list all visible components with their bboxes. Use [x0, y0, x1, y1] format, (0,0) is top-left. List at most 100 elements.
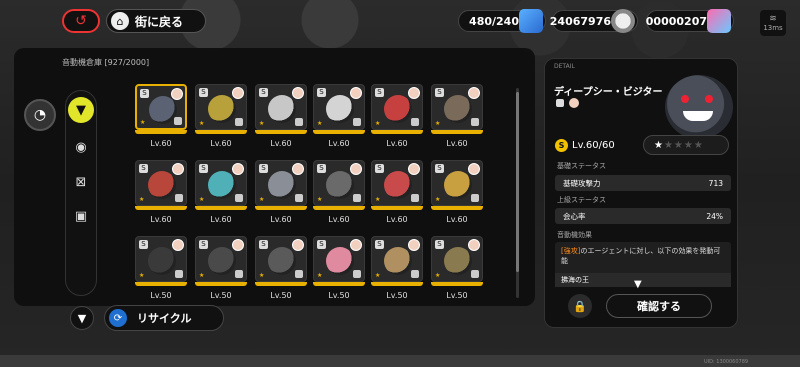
lock-icon	[295, 194, 303, 202]
rank-icon: S	[375, 164, 384, 173]
lock-icon	[235, 194, 243, 202]
bangboo-card[interactable]: S ★ Lv.60	[431, 84, 483, 148]
card-level: Lv.60	[328, 139, 350, 148]
filter-disc-button[interactable]: ◉	[68, 134, 94, 160]
bangboo-card[interactable]: S ★ Lv.50	[255, 236, 307, 300]
filter-bangboo-button[interactable]: ▼	[68, 97, 94, 123]
bangboo-avatar-button[interactable]: ◔	[24, 99, 56, 131]
card-level: Lv.60	[150, 215, 172, 224]
rank-icon: S	[375, 240, 384, 249]
star-icon: ★	[199, 196, 205, 203]
level-display: S Lv.60/60	[555, 137, 637, 153]
card-image: S ★	[313, 84, 365, 130]
advanced-stat-value: 24%	[706, 211, 723, 221]
rarity-bar	[255, 206, 307, 210]
rarity-bar	[135, 282, 187, 286]
filter-tape-button[interactable]: ▣	[68, 203, 94, 229]
bangboo-card[interactable]: S ★ Lv.60	[371, 160, 423, 224]
refine-stars[interactable]: ★ ★★★★	[643, 135, 729, 155]
recycle-button[interactable]: ⟳ リサイクル	[104, 305, 224, 331]
card-level: Lv.50	[386, 291, 408, 300]
detail-tag: DETAIL	[554, 63, 575, 70]
bangboo-card[interactable]: S ★ Lv.60	[313, 84, 365, 148]
card-level: Lv.50	[446, 291, 468, 300]
rank-icon: S	[375, 88, 384, 97]
card-image: S ★	[195, 84, 247, 130]
bangboo-card[interactable]: S ★ Lv.50	[195, 236, 247, 300]
card-level: Lv.50	[270, 291, 292, 300]
star-icon: ★	[317, 272, 323, 279]
bangboo-figure	[208, 95, 236, 123]
category-rail: ▼ ◉ ⊠ ▣	[65, 90, 97, 296]
home-icon: ⌂	[111, 12, 129, 30]
portrait-eye-right	[705, 95, 713, 103]
confirm-button[interactable]: 確認する	[606, 294, 712, 318]
card-level: Lv.60	[328, 215, 350, 224]
owner-avatar	[408, 239, 420, 251]
stamina-counter[interactable]: 480/240	[458, 9, 546, 33]
rank-icon: S	[435, 240, 444, 249]
star-icon: ★	[435, 272, 441, 279]
lock-icon	[471, 118, 479, 126]
owner-avatar	[171, 88, 183, 100]
owner-avatar	[232, 239, 244, 251]
bangboo-card[interactable]: S ★ Lv.60	[135, 84, 187, 148]
card-level: Lv.50	[210, 291, 232, 300]
star-icon: ★	[199, 120, 205, 127]
base-stats-heading: 基礎ステータス	[557, 162, 606, 170]
bangboo-card[interactable]: S ★ Lv.50	[431, 236, 483, 300]
bangboo-head-icon: ◔	[33, 107, 47, 123]
lock-icon	[295, 118, 303, 126]
star-filled-icon: ★	[654, 139, 664, 151]
scroll-thumb[interactable]	[516, 92, 519, 272]
rarity-bar	[255, 282, 307, 286]
expand-chevron-icon[interactable]: ▼	[634, 279, 642, 290]
bangboo-card[interactable]: S ★ Lv.50	[313, 236, 365, 300]
bangboo-card[interactable]: S ★ Lv.60	[371, 84, 423, 148]
dennies-counter[interactable]: 24067976	[550, 9, 638, 33]
bangboo-figure	[148, 247, 176, 275]
user-id: UID: 1300060789	[704, 359, 749, 365]
return-to-town-label: 街に戻る	[135, 14, 184, 29]
bangboo-card[interactable]: S ★ Lv.50	[135, 236, 187, 300]
sort-filter-button[interactable]: ▼	[70, 306, 94, 330]
polychrome-counter[interactable]: 00000207	[646, 9, 734, 33]
bangboo-figure	[326, 95, 354, 123]
card-level: Lv.60	[386, 139, 408, 148]
return-to-town-button[interactable]: ⌂ 街に戻る	[106, 9, 206, 33]
bangboo-card[interactable]: S ★ Lv.60	[135, 160, 187, 224]
grid-scrollbar[interactable]	[516, 88, 519, 298]
confirm-label: 確認する	[637, 300, 681, 313]
card-image: S ★	[431, 236, 483, 282]
bangboo-figure	[268, 171, 296, 199]
bangboo-card[interactable]: S ★ Lv.60	[195, 84, 247, 148]
lock-icon	[235, 118, 243, 126]
card-image: S ★	[431, 84, 483, 130]
card-level: Lv.60	[210, 139, 232, 148]
card-image: S ★	[313, 160, 365, 206]
bangboo-card[interactable]: S ★ Lv.60	[313, 160, 365, 224]
star-icon: ★	[317, 120, 323, 127]
card-level: Lv.60	[150, 139, 172, 148]
item-portrait	[665, 75, 733, 139]
polychrome-icon	[707, 9, 731, 33]
star-icon: ★	[199, 272, 205, 279]
lock-icon	[471, 270, 479, 278]
bangboo-card[interactable]: S ★ Lv.50	[371, 236, 423, 300]
bangboo-figure	[326, 247, 354, 275]
filter-cross-button[interactable]: ⊠	[68, 169, 94, 195]
star-icon: ★	[140, 119, 146, 126]
owner-avatar	[569, 98, 579, 108]
bangboo-figure	[384, 95, 412, 123]
rank-icon: S	[199, 240, 208, 249]
back-button[interactable]: ↺	[62, 9, 100, 33]
lock-button[interactable]: 🔒	[568, 294, 592, 318]
bangboo-card[interactable]: S ★ Lv.60	[255, 84, 307, 148]
card-level: Lv.60	[446, 139, 468, 148]
bangboo-card[interactable]: S ★ Lv.60	[431, 160, 483, 224]
bangboo-card[interactable]: S ★ Lv.60	[255, 160, 307, 224]
lock-icon	[471, 194, 479, 202]
bangboo-card[interactable]: S ★ Lv.60	[195, 160, 247, 224]
rank-icon: S	[139, 164, 148, 173]
star-icon: ★	[375, 120, 381, 127]
